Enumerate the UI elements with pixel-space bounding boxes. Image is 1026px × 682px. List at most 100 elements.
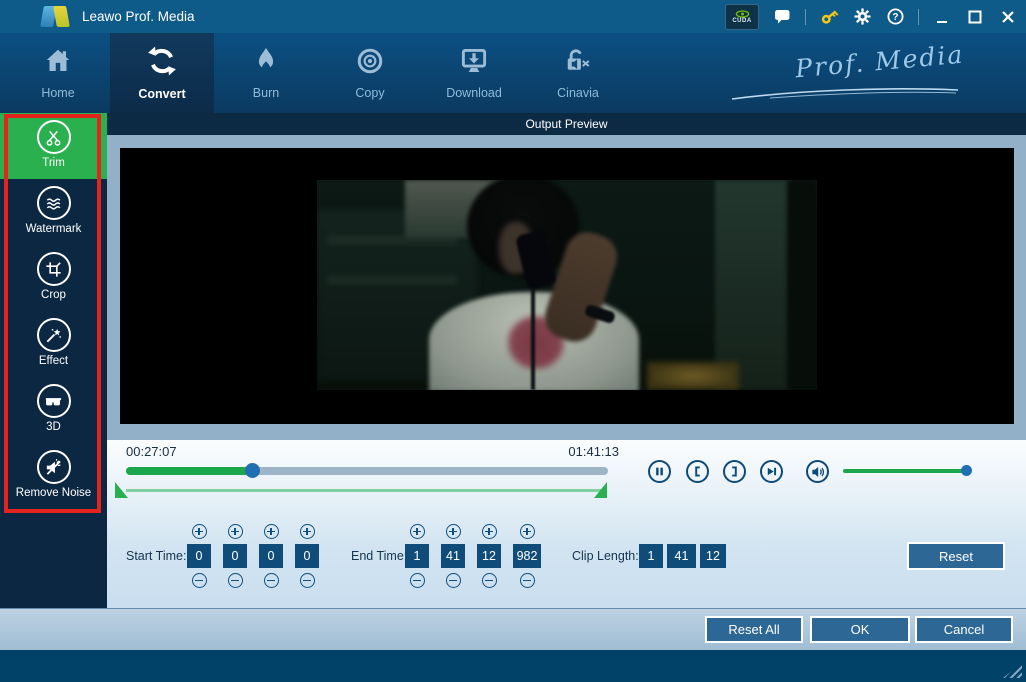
clip-length-label: Clip Length: xyxy=(572,549,639,563)
sidebar-item-trim[interactable]: Trim xyxy=(0,113,107,179)
status-bar xyxy=(0,650,1026,682)
end-time-field[interactable]: 1 xyxy=(405,544,429,568)
video-letterbox[interactable] xyxy=(120,148,1014,424)
scene-lamp xyxy=(647,362,739,390)
plus-icon[interactable] xyxy=(482,524,497,539)
sidebar-item-3d[interactable]: 3D xyxy=(0,377,107,443)
trim-end-handle[interactable] xyxy=(594,482,607,498)
convert-icon xyxy=(146,45,178,82)
scene-wall xyxy=(715,180,793,390)
effect-wand-icon xyxy=(37,318,71,352)
sidebar-label-crop: Crop xyxy=(41,289,66,301)
volume-thumb[interactable] xyxy=(961,465,972,476)
tab-burn-label: Burn xyxy=(253,86,279,100)
copy-disc-icon xyxy=(355,46,385,81)
seek-bar[interactable] xyxy=(126,467,608,475)
tab-convert[interactable]: Convert xyxy=(110,33,214,113)
window-title: Leawo Prof. Media xyxy=(82,0,195,33)
volume-button[interactable] xyxy=(806,460,829,483)
brand-script: Prof. Media xyxy=(794,40,965,84)
elapsed-time: 00:27:07 xyxy=(126,444,177,459)
tab-download[interactable]: Download xyxy=(422,33,526,113)
register-key-icon[interactable] xyxy=(819,7,839,27)
plus-icon[interactable] xyxy=(264,524,279,539)
end-time-field[interactable]: 41 xyxy=(441,544,465,568)
crop-icon xyxy=(37,252,71,286)
set-start-bracket-button[interactable] xyxy=(686,460,709,483)
settings-gear-icon[interactable] xyxy=(852,7,872,27)
start-time-field[interactable]: 0 xyxy=(187,544,211,568)
maximize-button[interactable] xyxy=(965,7,985,27)
total-time: 01:41:13 xyxy=(537,444,619,459)
end-time-field[interactable]: 12 xyxy=(477,544,501,568)
plus-icon[interactable] xyxy=(192,524,207,539)
minus-icon[interactable] xyxy=(446,573,461,588)
start-time-field[interactable]: 0 xyxy=(259,544,283,568)
trim-start-handle[interactable] xyxy=(115,482,128,498)
plus-icon[interactable] xyxy=(300,524,315,539)
tab-cinavia[interactable]: Cinavia xyxy=(526,33,630,113)
plus-icon[interactable] xyxy=(228,524,243,539)
plus-icon[interactable] xyxy=(446,524,461,539)
plus-icon[interactable] xyxy=(410,524,425,539)
sidebar-label-3d: 3D xyxy=(46,421,61,433)
help-icon[interactable]: ? xyxy=(885,7,905,27)
sidebar-item-watermark[interactable]: Watermark xyxy=(0,179,107,245)
end-time-spinner-4: 982 xyxy=(513,524,541,588)
minus-icon[interactable] xyxy=(482,573,497,588)
titlebar: Leawo Prof. Media CUDA ? xyxy=(0,0,1026,33)
minus-icon[interactable] xyxy=(520,573,535,588)
scene-cord xyxy=(531,288,535,390)
tab-burn[interactable]: Burn xyxy=(214,33,318,113)
start-time-spinner-1: 0 xyxy=(187,524,211,588)
minus-icon[interactable] xyxy=(264,573,279,588)
reset-button[interactable]: Reset xyxy=(907,542,1005,570)
minus-icon[interactable] xyxy=(192,573,207,588)
reset-all-button[interactable]: Reset All xyxy=(705,616,803,643)
3d-glasses-icon xyxy=(37,384,71,418)
minus-icon[interactable] xyxy=(410,573,425,588)
preview-frame xyxy=(107,135,1026,440)
end-time-field[interactable]: 982 xyxy=(513,544,541,568)
cancel-button[interactable]: Cancel xyxy=(915,616,1013,643)
output-preview-header: Output Preview xyxy=(107,113,1026,135)
resize-grip-icon[interactable] xyxy=(1003,663,1022,678)
close-button[interactable] xyxy=(998,7,1018,27)
volume-slider[interactable] xyxy=(843,469,967,473)
start-time-label: Start Time: xyxy=(126,549,186,563)
play-to-end-button[interactable] xyxy=(760,460,783,483)
burn-flame-icon xyxy=(251,46,281,81)
sidebar-label-remove-noise: Remove Noise xyxy=(16,487,91,499)
scene-shelf-line xyxy=(327,275,457,285)
watermark-waves-icon xyxy=(37,186,71,220)
edit-sidebar: Trim Watermark Crop Effect 3D xyxy=(0,113,107,608)
sidebar-item-remove-noise[interactable]: Remove Noise xyxy=(0,443,107,509)
video-frame xyxy=(317,180,817,390)
start-time-field[interactable]: 0 xyxy=(295,544,319,568)
footer-bar: Reset All OK Cancel xyxy=(0,608,1026,650)
end-time-spinner-3: 12 xyxy=(477,524,501,588)
tab-home[interactable]: Home xyxy=(6,33,110,113)
sidebar-item-crop[interactable]: Crop xyxy=(0,245,107,311)
minus-icon[interactable] xyxy=(300,573,315,588)
cinavia-lock-icon xyxy=(563,46,593,81)
titlebar-separator xyxy=(918,9,919,25)
trim-controls-panel: 00:27:07 01:41:13 Start Time: 0 xyxy=(107,440,1026,608)
app-logo-icon xyxy=(40,6,72,27)
tab-copy[interactable]: Copy xyxy=(318,33,422,113)
trim-range-bar xyxy=(126,489,606,492)
titlebar-separator xyxy=(805,9,806,25)
minus-icon[interactable] xyxy=(228,573,243,588)
download-icon xyxy=(459,46,489,81)
seek-thumb[interactable] xyxy=(245,463,260,478)
ok-button[interactable]: OK xyxy=(810,616,910,643)
feedback-icon[interactable] xyxy=(772,7,792,27)
minimize-button[interactable] xyxy=(932,7,952,27)
sidebar-item-effect[interactable]: Effect xyxy=(0,311,107,377)
pause-button[interactable] xyxy=(648,460,671,483)
plus-icon[interactable] xyxy=(520,524,535,539)
set-end-bracket-button[interactable] xyxy=(723,460,746,483)
tab-copy-label: Copy xyxy=(355,86,384,100)
clip-length-value: 1 xyxy=(639,544,663,568)
start-time-field[interactable]: 0 xyxy=(223,544,247,568)
